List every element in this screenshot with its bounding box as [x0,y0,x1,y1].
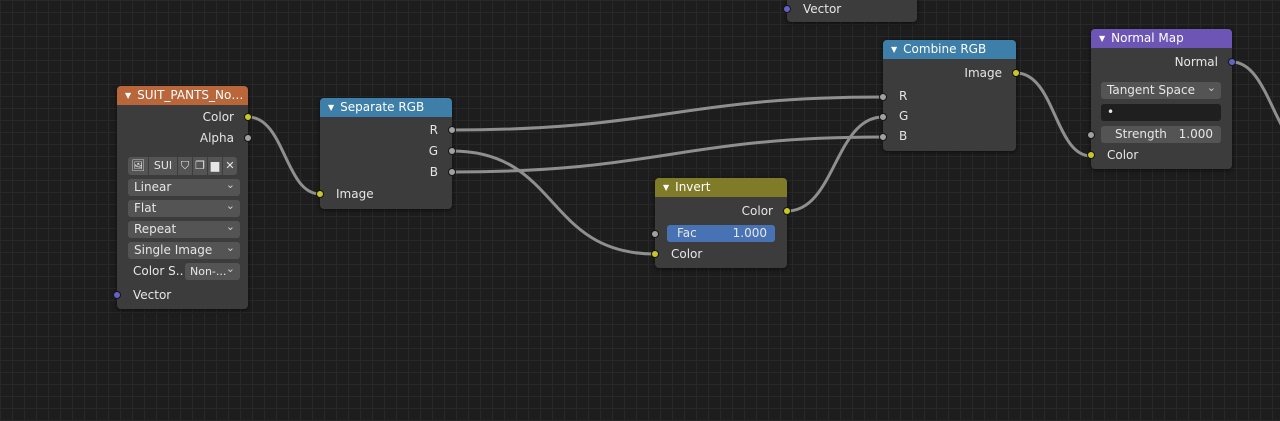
image-output-label: Image [964,66,1002,80]
strength-value: 1.000 [1178,127,1213,141]
color-output-socket[interactable] [244,113,252,121]
separate-rgb-header[interactable]: ▼ Separate RGB [320,98,452,117]
g-input-label: G [899,109,909,123]
image-input-label: Image [336,187,374,201]
collapse-icon[interactable]: ▼ [663,183,669,192]
source-dropdown[interactable]: Single Image [128,242,240,259]
fac-value: 1.000 [732,226,767,240]
partial-node-top[interactable]: Vector [783,0,917,22]
normal-output-socket[interactable] [1228,58,1236,66]
r-input-label: R [899,89,908,103]
image-output-socket[interactable] [1012,69,1020,77]
open-folder-icon[interactable]: ▆ [208,157,222,175]
node-title: SUIT_PANTS_Norm... [137,88,248,102]
collapse-icon[interactable]: ▼ [328,103,334,112]
image-browse-icon[interactable]: 🖼 [128,157,148,175]
node-title: Separate RGB [340,100,425,114]
color-input-socket[interactable] [1087,151,1095,159]
space-dropdown[interactable]: Tangent Space [1101,82,1221,99]
fac-slider[interactable]: Fac 1.000 [667,225,775,242]
b-input-socket[interactable] [879,133,887,141]
image-input-socket[interactable] [316,190,324,198]
interpolation-dropdown[interactable]: Linear [128,179,240,196]
link-normal-offscreen [1231,60,1280,126]
normal-output-label: Normal [1174,55,1218,69]
fake-user-shield-icon[interactable]: ⛉ [178,157,192,175]
projection-dropdown[interactable]: Flat [128,200,240,217]
strength-slider[interactable]: Strength 1.000 [1101,126,1221,143]
vector-input-label: Vector [803,2,842,16]
image-texture-header[interactable]: ▼ SUIT_PANTS_Norm... [117,86,248,105]
link-r-to-r [451,95,884,132]
color-output-label: Color [741,204,773,218]
link-color-to-image [247,115,321,196]
collapse-icon[interactable]: ▼ [891,45,897,54]
color-space-dropdown[interactable]: Non-... [185,263,240,280]
color-output-label: Color [202,110,234,124]
extension-dropdown[interactable]: Repeat [128,221,240,238]
separate-rgb-node[interactable]: ▼ Separate RGB R G B Image [316,98,456,209]
invert-header[interactable]: ▼ Invert [655,178,787,197]
color-input-label: Color [1107,148,1139,162]
alpha-output-socket[interactable] [244,134,252,142]
node-title: Invert [675,180,711,194]
node-title: Normal Map [1111,31,1184,45]
image-name-field[interactable]: SUI [149,157,177,175]
link-b-to-b [451,135,884,174]
combine-rgb-header[interactable]: ▼ Combine RGB [883,40,1016,59]
g-output-socket[interactable] [448,147,456,155]
vector-input-label: Vector [133,288,172,302]
g-input-socket[interactable] [879,113,887,121]
combine-rgb-node[interactable]: ▼ Combine RGB Image R G B [879,40,1020,151]
invert-node[interactable]: ▼ Invert Color Fac 1.000 Color [651,178,791,268]
strength-label: Strength [1115,127,1167,141]
r-output-label: R [429,123,438,137]
collapse-icon[interactable]: ▼ [125,91,131,100]
color-output-socket[interactable] [783,207,791,215]
normal-map-header[interactable]: ▼ Normal Map [1091,29,1232,48]
r-input-socket[interactable] [879,93,887,101]
color-input-socket[interactable] [651,250,659,258]
vector-input-socket[interactable] [113,291,121,299]
b-input-label: B [899,129,908,143]
g-output-label: G [428,144,438,158]
normal-map-node[interactable]: ▼ Normal Map Normal Tangent Space • Stren… [1087,29,1236,169]
collapse-icon[interactable]: ▼ [1099,34,1105,43]
link-g-to-invert-color [451,149,656,256]
b-output-socket[interactable] [448,168,456,176]
image-selector[interactable]: 🖼 SUI ⛉ ❐ ▆ ✕ [128,157,237,175]
vector-input-socket[interactable] [783,5,791,13]
r-output-socket[interactable] [448,126,456,134]
fac-label: Fac [677,226,697,240]
image-texture-node[interactable]: ▼ SUIT_PANTS_Norm... Color Alpha 🖼 SUI ⛉ … [113,86,252,309]
duplicate-icon[interactable]: ❐ [193,157,207,175]
link-image-to-normal-color [1015,71,1092,158]
alpha-output-label: Alpha [199,131,234,145]
uv-map-field[interactable]: • [1101,104,1221,121]
fac-input-socket[interactable] [651,230,659,238]
strength-input-socket[interactable] [1087,131,1095,139]
color-input-label: Color [671,247,703,261]
close-icon[interactable]: ✕ [223,157,237,175]
b-output-label: B [429,165,438,179]
node-title: Combine RGB [903,42,987,56]
link-invert-to-g [786,115,884,213]
